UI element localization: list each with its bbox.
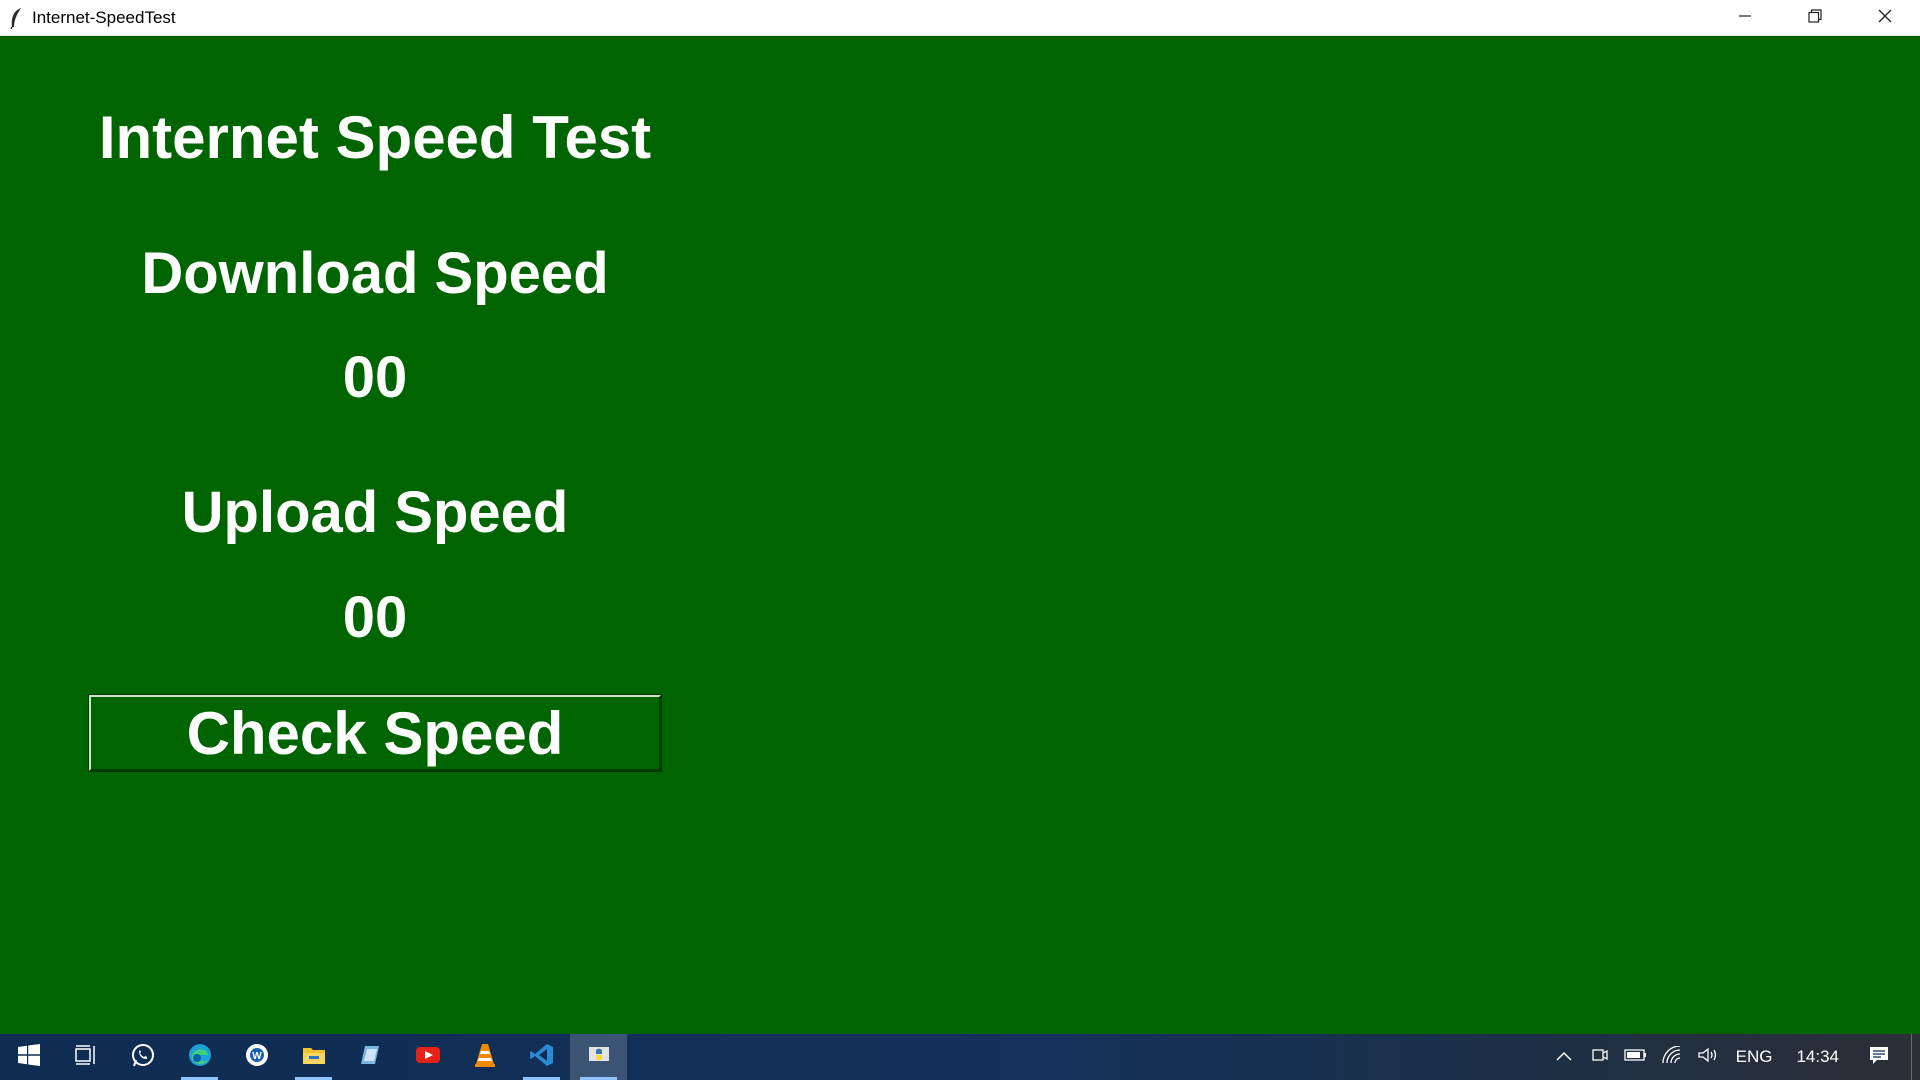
svg-text:W: W xyxy=(252,1051,262,1062)
taskbar: W ENG 14:34 xyxy=(0,1034,1920,1080)
chevron-up-icon xyxy=(1556,1048,1572,1066)
window-title: Internet-SpeedTest xyxy=(32,7,176,27)
start-button[interactable] xyxy=(0,1034,57,1080)
meet-now-button[interactable] xyxy=(1582,1034,1618,1080)
windows-start-icon xyxy=(17,1043,41,1072)
restore-button[interactable] xyxy=(1780,0,1850,36)
app-client-area: Internet Speed Test Download Speed 00 Up… xyxy=(0,36,1920,1034)
minimize-button[interactable] xyxy=(1710,0,1780,36)
close-button[interactable] xyxy=(1850,0,1920,36)
taskbar-whatsapp[interactable] xyxy=(114,1034,171,1080)
task-view-icon xyxy=(74,1044,98,1071)
restore-icon xyxy=(1808,8,1822,28)
app-title: Internet Speed Test xyxy=(98,104,652,171)
taskbar-browser[interactable]: W xyxy=(228,1034,285,1080)
volume-icon xyxy=(1697,1046,1719,1069)
notification-icon xyxy=(1868,1044,1890,1071)
tk-feather-icon xyxy=(6,6,26,30)
show-desktop-button[interactable] xyxy=(1911,1034,1920,1080)
file-explorer-icon xyxy=(301,1044,327,1071)
download-speed-label: Download Speed xyxy=(141,241,609,306)
vlc-icon xyxy=(473,1042,497,1073)
show-hidden-icons-button[interactable] xyxy=(1546,1034,1582,1080)
battery-button[interactable] xyxy=(1618,1034,1654,1080)
taskbar-youtube[interactable] xyxy=(399,1034,456,1080)
minimize-icon xyxy=(1738,9,1752,28)
wifi-icon xyxy=(1661,1044,1682,1069)
system-tray: ENG 14:34 xyxy=(1546,1034,1920,1080)
taskbar-vlc[interactable] xyxy=(456,1034,513,1080)
whatsapp-icon xyxy=(130,1042,156,1073)
taskbar-notes[interactable] xyxy=(342,1034,399,1080)
network-button[interactable] xyxy=(1654,1034,1690,1080)
browser-icon: W xyxy=(244,1042,270,1073)
input-language[interactable]: ENG xyxy=(1726,1047,1783,1067)
taskbar-python[interactable] xyxy=(570,1034,627,1080)
window-title-bar[interactable]: Internet-SpeedTest xyxy=(0,0,1920,36)
action-center-button[interactable] xyxy=(1853,1034,1905,1080)
volume-button[interactable] xyxy=(1690,1034,1726,1080)
window-controls xyxy=(1710,0,1920,36)
taskbar-file-explorer[interactable] xyxy=(285,1034,342,1080)
edge-icon xyxy=(187,1042,213,1073)
download-speed-value: 00 xyxy=(342,345,408,410)
taskbar-vscode[interactable] xyxy=(513,1034,570,1080)
python-icon xyxy=(586,1042,612,1073)
meet-now-icon xyxy=(1591,1046,1609,1069)
task-view-button[interactable] xyxy=(57,1034,114,1080)
notes-icon xyxy=(359,1043,383,1072)
check-speed-button[interactable]: Check Speed xyxy=(88,694,662,772)
clock-time[interactable]: 14:34 xyxy=(1782,1047,1853,1067)
vscode-icon xyxy=(529,1042,555,1073)
upload-speed-label: Upload Speed xyxy=(181,480,569,545)
youtube-icon xyxy=(415,1045,441,1070)
close-icon xyxy=(1878,9,1892,28)
upload-speed-value: 00 xyxy=(342,585,408,650)
battery-icon xyxy=(1623,1048,1648,1067)
taskbar-edge[interactable] xyxy=(171,1034,228,1080)
